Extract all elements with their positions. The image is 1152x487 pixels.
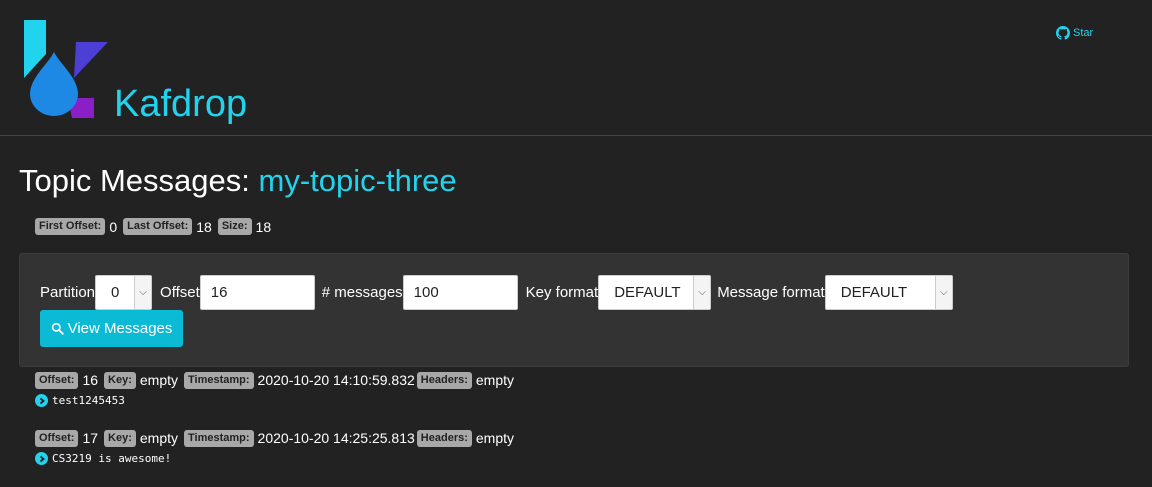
timestamp-label: Timestamp: (184, 429, 254, 447)
offset-label: Offset (160, 284, 200, 301)
page-title-prefix: Topic Messages: (19, 163, 250, 198)
chevron-down-icon: ⌵ (693, 276, 711, 309)
message-meta: Offset: 16 Key: empty Timestamp: 2020-10-20 1… (35, 371, 520, 389)
github-star-button[interactable]: Star (1056, 25, 1093, 41)
headers-value: empty (475, 430, 514, 446)
messages-count-label: # messages (321, 284, 403, 301)
key-format-value: DEFAULT (614, 284, 681, 301)
kafdrop-logo[interactable] (24, 20, 110, 120)
offset-summary: First Offset: 0 Last Offset: 18 Size: 18 (35, 218, 277, 236)
first-offset-value: 0 (109, 218, 118, 235)
key-label: Key: (104, 429, 136, 447)
message-format-label: Message format (717, 284, 825, 301)
message-format-value: DEFAULT (840, 284, 908, 301)
message-value: CS3219 is awesome! (52, 452, 172, 465)
key-format-select[interactable]: DEFAULT ⌵ (598, 275, 712, 310)
partition-select[interactable]: 0 ⌵ (95, 275, 153, 310)
offset-label: Offset: (35, 429, 79, 447)
messages-count-input[interactable] (402, 275, 518, 310)
chevron-down-icon: ⌵ (934, 276, 952, 309)
view-messages-label: View Messages (67, 320, 173, 337)
offset-input[interactable] (199, 275, 315, 310)
message-item: Offset: 16 Key: empty Timestamp: 2020-10-20 1… (35, 371, 520, 407)
headers-label: Headers: (416, 429, 472, 447)
message-body: test1245453 (35, 394, 520, 407)
headers-value: empty (475, 372, 514, 388)
headers-label: Headers: (416, 371, 472, 389)
size-value: 18 (255, 218, 272, 235)
chevron-down-icon: ⌵ (134, 276, 152, 309)
timestamp-label: Timestamp: (184, 371, 254, 389)
key-value: empty (139, 430, 178, 446)
chevron-right-icon[interactable] (35, 452, 48, 465)
search-icon (51, 322, 64, 335)
size-label: Size: (217, 218, 252, 236)
message-format-select[interactable]: DEFAULT ⌵ (824, 275, 953, 310)
key-label: Key: (104, 371, 136, 389)
offset-value: 16 (82, 372, 99, 388)
view-messages-button[interactable]: View Messages (40, 310, 183, 347)
offset-label: Offset: (35, 371, 79, 389)
last-offset-value: 18 (196, 218, 212, 235)
message-filter-form: Partition 0 ⌵ Offset # messages Key form… (19, 253, 1129, 367)
github-icon (1056, 26, 1070, 40)
header: Kafdrop Star (0, 0, 1152, 136)
first-offset-label: First Offset: (35, 218, 106, 236)
message-body: CS3219 is awesome! (35, 452, 520, 465)
partition-label: Partition (40, 284, 96, 301)
last-offset-label: Last Offset: (123, 218, 193, 236)
key-format-label: Key format (525, 284, 599, 301)
topic-name: my-topic-three (258, 163, 457, 198)
page-title: Topic Messages: my-topic-three (19, 162, 457, 200)
timestamp-value: 2020-10-20 14:25:25.813 (257, 430, 415, 446)
offset-value: 17 (82, 430, 99, 446)
filter-row: Partition 0 ⌵ Offset # messages Key form… (40, 275, 953, 310)
star-label: Star (1073, 27, 1094, 39)
message-value: test1245453 (52, 394, 125, 407)
chevron-right-icon[interactable] (35, 394, 48, 407)
brand-name[interactable]: Kafdrop (114, 80, 247, 128)
partition-value: 0 (111, 284, 120, 301)
timestamp-value: 2020-10-20 14:10:59.832 (257, 372, 415, 388)
message-item: Offset: 17 Key: empty Timestamp: 2020-10-20 1… (35, 429, 520, 465)
message-meta: Offset: 17 Key: empty Timestamp: 2020-10-20 1… (35, 429, 520, 447)
key-value: empty (139, 372, 178, 388)
